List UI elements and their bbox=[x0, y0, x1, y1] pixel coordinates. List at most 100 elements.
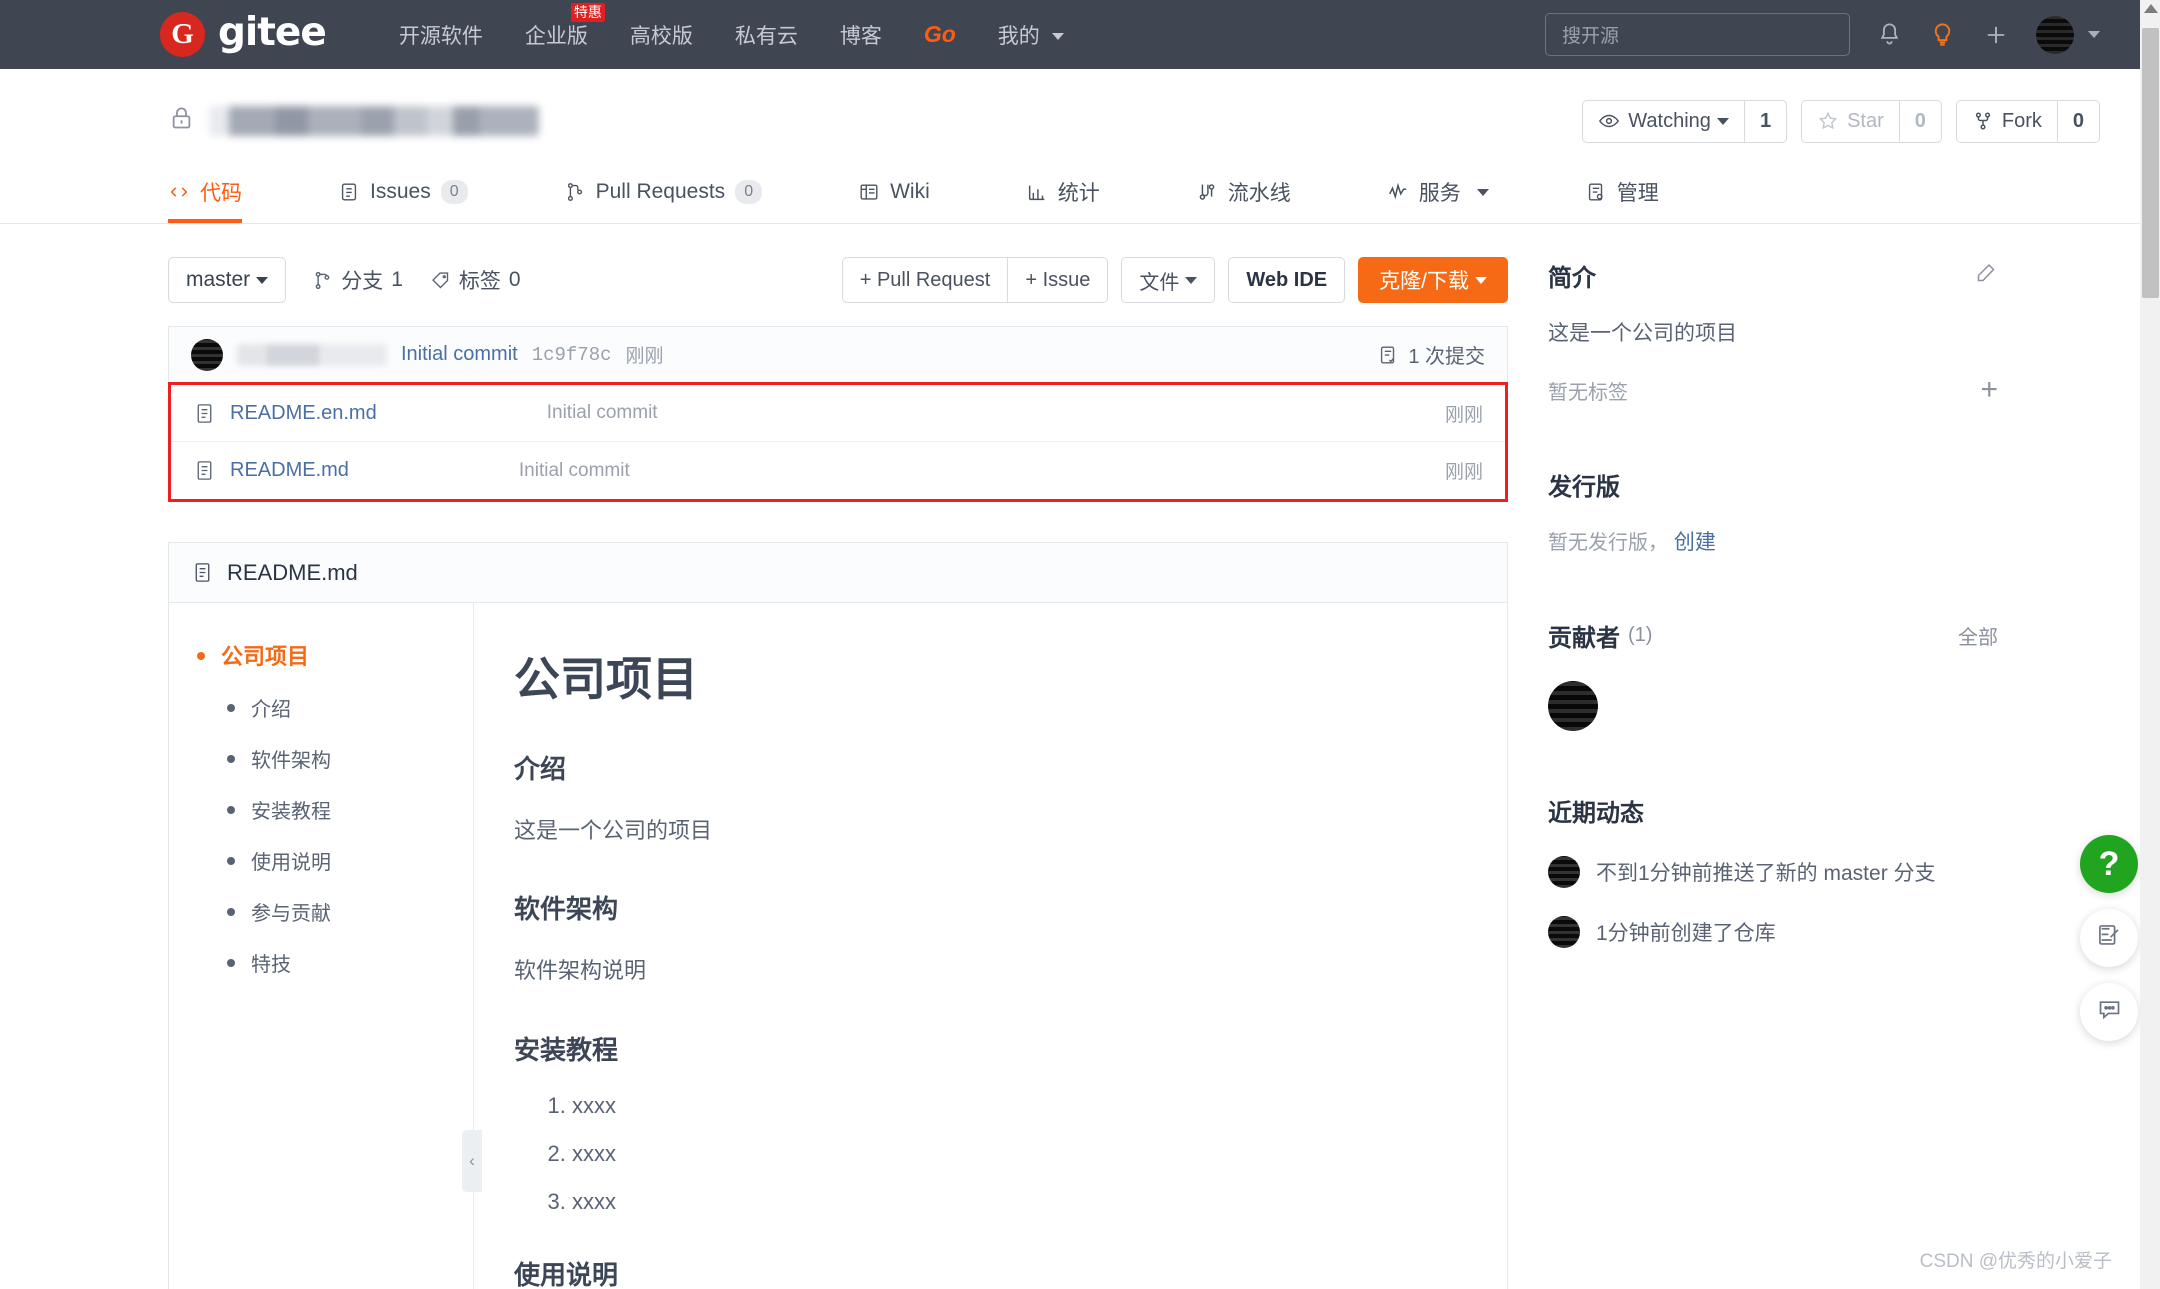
contributors-all-link[interactable]: 全部 bbox=[1958, 621, 1998, 650]
fork-count[interactable]: 0 bbox=[2056, 100, 2099, 142]
branch-icon bbox=[315, 271, 330, 289]
help-button[interactable]: ? bbox=[2080, 835, 2138, 893]
tab-count: 0 bbox=[440, 179, 468, 205]
readme-section-heading: 安装教程 bbox=[514, 1034, 619, 1065]
nav-item-enterprise[interactable]: 企业版 特惠 bbox=[504, 2, 609, 50]
lightbulb-icon[interactable] bbox=[1929, 21, 1956, 48]
tab-issues[interactable]: Issues 0 bbox=[338, 165, 468, 223]
tags-label: 标签 bbox=[458, 270, 501, 293]
nav-item-blog[interactable]: 博客 bbox=[819, 20, 903, 50]
toc-list: 公司项目 介绍 软件架构 安装教程 使用说明 参与贡献 特技 bbox=[197, 639, 473, 977]
list-item: xxxx bbox=[572, 1141, 1459, 1167]
tab-pipeline[interactable]: 流水线 bbox=[1196, 165, 1291, 223]
nav-item-mine[interactable]: 我的 bbox=[977, 20, 1085, 50]
file-commit-time: 刚刚 bbox=[1444, 404, 1483, 426]
new-pull-request-button[interactable]: + Pull Request bbox=[841, 257, 1008, 303]
watch-button[interactable]: Watching bbox=[1583, 101, 1744, 142]
chat-button[interactable] bbox=[2080, 983, 2138, 1041]
scroll-up-arrow-icon[interactable] bbox=[2144, 4, 2158, 13]
nav-item-education[interactable]: 高校版 bbox=[609, 20, 714, 50]
table-row[interactable]: README.md Initial commit 刚刚 bbox=[171, 442, 1505, 499]
user-menu[interactable] bbox=[2036, 15, 2100, 54]
commit-history-icon bbox=[1381, 346, 1395, 363]
chevron-down-icon bbox=[1051, 33, 1064, 41]
watch-button-group[interactable]: Watching 1 bbox=[1582, 99, 1788, 143]
fork-button[interactable]: Fork bbox=[1957, 101, 2057, 142]
readme-section-heading: 使用说明 bbox=[514, 1259, 619, 1289]
fork-label: Fork bbox=[2001, 109, 2042, 132]
tab-label: 统计 bbox=[1057, 182, 1100, 205]
list-item: 1分钟前创建了仓库 bbox=[1548, 916, 1998, 948]
bullet-icon bbox=[227, 755, 235, 763]
search-input[interactable]: 搜开源 bbox=[1545, 13, 1850, 56]
toc-item[interactable]: 参与贡献 bbox=[227, 897, 473, 926]
tab-services[interactable]: 服务 bbox=[1387, 165, 1489, 223]
toc-item[interactable]: 使用说明 bbox=[227, 846, 473, 875]
file-icon bbox=[197, 403, 212, 423]
star-count[interactable]: 0 bbox=[1898, 100, 1941, 142]
bell-icon[interactable] bbox=[1876, 21, 1903, 48]
gitee-logo[interactable]: G gitee bbox=[160, 10, 327, 57]
nav-label: Go bbox=[923, 21, 956, 47]
readme-markdown-content: 公司项目 介绍 这是一个公司的项目 软件架构 软件架构说明 安装教程 xxxx … bbox=[474, 603, 1507, 1289]
plus-icon[interactable] bbox=[1982, 21, 2010, 49]
file-name[interactable]: README.md bbox=[230, 459, 349, 482]
star-button-group[interactable]: Star 0 bbox=[1801, 99, 1942, 143]
contributors-title: 贡献者 bbox=[1548, 625, 1620, 652]
files-dropdown-button[interactable]: 文件 bbox=[1121, 257, 1216, 303]
bullet-icon bbox=[227, 857, 235, 865]
web-ide-button[interactable]: Web IDE bbox=[1228, 257, 1346, 303]
about-title: 简介 bbox=[1548, 265, 1596, 292]
tags-link[interactable]: 标签 0 bbox=[430, 265, 521, 295]
toc-label: 软件架构 bbox=[251, 750, 331, 772]
repository-name-redacted[interactable] bbox=[209, 106, 539, 136]
tab-pull-requests[interactable]: Pull Requests 0 bbox=[564, 165, 763, 223]
branch-selector[interactable]: master bbox=[168, 257, 287, 303]
list-item: xxxx bbox=[572, 1189, 1459, 1215]
clone-download-button[interactable]: 克隆/下载 bbox=[1358, 257, 1508, 303]
tab-label: Pull Requests bbox=[595, 180, 726, 203]
avatar[interactable] bbox=[1548, 681, 1598, 731]
feedback-edit-icon bbox=[2096, 922, 2123, 954]
watermark: CSDN @优秀的小爱子 bbox=[1919, 1251, 2112, 1272]
toc-item[interactable]: 介绍 bbox=[227, 693, 473, 722]
toc-item[interactable]: 特技 bbox=[227, 948, 473, 977]
commit-message[interactable]: Initial commit bbox=[401, 343, 518, 366]
fork-button-group[interactable]: Fork 0 bbox=[1955, 99, 2100, 143]
page-scrollbar[interactable] bbox=[2140, 0, 2160, 1289]
watch-label: Watching bbox=[1628, 109, 1711, 132]
nav-item-opensource[interactable]: 开源软件 bbox=[378, 20, 504, 50]
tags-count: 0 bbox=[508, 268, 521, 291]
toc-item[interactable]: 软件架构 bbox=[227, 744, 473, 773]
gitee-repository-page: G gitee 开源软件 企业版 特惠 高校版 私有云 博客 Go 我的 搜开源… bbox=[0, 0, 2160, 1289]
toc-item-active[interactable]: 公司项目 bbox=[197, 639, 473, 671]
star-button[interactable]: Star bbox=[1802, 101, 1899, 142]
commits-count-link[interactable]: 1 次提交 bbox=[1377, 340, 1485, 369]
tab-statistics[interactable]: 统计 bbox=[1026, 165, 1100, 223]
readme-section-paragraph: 软件架构说明 bbox=[514, 958, 647, 984]
feedback-button[interactable] bbox=[2080, 909, 2138, 967]
new-issue-button[interactable]: + Issue bbox=[1007, 257, 1109, 303]
repo-refs-meta: 分支 1 标签 0 bbox=[312, 265, 538, 295]
toc-item[interactable]: 安装教程 bbox=[227, 795, 473, 824]
gitee-logo-text: gitee bbox=[218, 10, 327, 55]
nav-item-privatecloud[interactable]: 私有云 bbox=[714, 20, 819, 50]
tab-wiki[interactable]: Wiki bbox=[858, 165, 930, 223]
plus-icon[interactable]: + bbox=[1980, 375, 1998, 405]
edit-icon[interactable] bbox=[1974, 261, 1998, 291]
table-row[interactable]: README.en.md Initial commit 刚刚 bbox=[171, 385, 1505, 442]
tab-manage[interactable]: 管理 bbox=[1585, 165, 1659, 223]
tab-code[interactable]: 代码 bbox=[168, 165, 242, 223]
nav-label: 高校版 bbox=[629, 24, 693, 48]
file-name[interactable]: README.en.md bbox=[230, 402, 377, 425]
nav-item-go[interactable]: Go bbox=[903, 21, 977, 48]
sidebar-collapse-handle[interactable]: ‹ bbox=[462, 1130, 482, 1192]
tab-label: 代码 bbox=[200, 182, 242, 205]
create-release-link[interactable]: 创建 bbox=[1674, 531, 1716, 554]
commit-hash[interactable]: 1c9f78c bbox=[532, 344, 612, 366]
repository-tabs: 代码 Issues 0 Pull Requests 0 Wiki 统计 流水线 … bbox=[0, 165, 2160, 224]
scrollbar-thumb[interactable] bbox=[2142, 28, 2159, 298]
branches-link[interactable]: 分支 1 bbox=[312, 265, 403, 295]
file-commit-message: Initial commit bbox=[518, 459, 630, 481]
watch-count[interactable]: 1 bbox=[1743, 100, 1786, 142]
